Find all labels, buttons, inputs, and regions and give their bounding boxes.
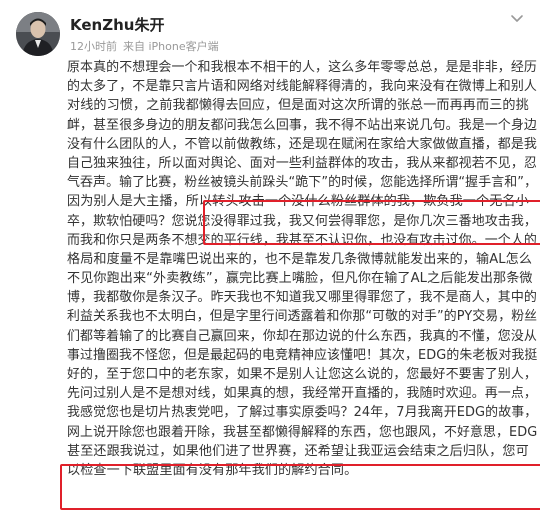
post-text-line: 好的，至于您口中的老东家，如果不是别人让您这么说的，您最好不要害了别人， xyxy=(67,367,537,382)
post-text-line: 而我和你只是两条不想交的平行线，我甚至不认识你，也没有攻击过你。一个人的 xyxy=(67,232,537,248)
post-text-line: 利益关系我也不太明白，但是字里行间透露着和你那“可敬的对手”的PY交易，粉丝 xyxy=(67,309,538,325)
post-text-line: 博，我都敬你是条汉子。昨天我也不知道我又哪里得罪您了，我不是商人，其中的 xyxy=(67,290,537,306)
post-text-line: 我感觉您也是切片热衷党吧，了解过事实原委吗？24年，7月我离开EDG的故事， xyxy=(67,405,538,421)
post-text-line: 先问过别人是不是想对线，如果真的想，我经常开直播的，我随时欢迎。再一点， xyxy=(67,386,537,402)
chevron-down-icon[interactable] xyxy=(505,8,529,28)
post-text-line: 们都等着输了的比赛自己赢回来，你却在那边说的什么东西，我真的不懂，您没从 xyxy=(67,328,537,344)
post-text-line: 衅，甚至很多身边的朋友都问我怎么回事，我不得不站出来说几句。我是一个身边 xyxy=(67,117,537,133)
post-time: 12小时前 xyxy=(70,40,117,53)
avatar[interactable] xyxy=(16,12,60,56)
post-text-line: 自己独来独往，所以面对舆论、面对一些利益群体的攻击，我从来都视若不见，忍 xyxy=(67,155,537,171)
post-text-line: 气吞声。输了比赛，粉丝被镜头前跺头“跪下”的时候，您能选择所谓“握手言和”， xyxy=(67,175,538,191)
post-source: 来自 iPhone客户端 xyxy=(123,40,219,53)
post-text-line: 因为别人是大主播，所以转头攻击一个没什么粉丝群体的我，欺负我一个无名小 xyxy=(67,194,529,210)
post-text-line: 格局和度量不是靠嘴巴说出来的，也不是靠发几条微博就能发出来的，输AL怎么 xyxy=(67,251,533,267)
author-name[interactable]: KenZhu朱开 xyxy=(70,14,164,35)
post-text-line: 不见你跑出来“外卖教练”，赢完比赛上嘴脸，但凡你在输了AL之后能发出那条微 xyxy=(67,271,533,287)
post-body: 原本真的不想理会一个和我根本不相干的人，这么多年零零总总，是是非非，经历 的太多了… xyxy=(67,58,538,480)
avatar-photo xyxy=(16,12,60,56)
post-text-line: 原本真的不想理会一个和我根本不相干的人，这么多年零零总总，是是非非，经历 xyxy=(67,60,537,75)
post-text-line: 卒，欺软怕硬吗？您说您没得罪过我，我又何尝得罪您，是你几次三番地攻击我， xyxy=(67,213,537,229)
post-text-line: 甚至还跟我说过，如果他们进了世界赛，还希望让我亚运会结束之后归队，您可 xyxy=(67,443,529,459)
post-text-line: 对线的习惯，之前我都懒得去回应，但是面对这次所谓的张总一而再再而三的挑 xyxy=(67,98,529,114)
post-text-line: 网上说开除您也跟着开除，我甚至都懒得解释的东西，您也跟风，不好意思，EDG xyxy=(67,424,538,440)
post-text-line: 没有什么团队的人，不管以前做教练，还是现在赋闲在家给大家做做直播，都是我 xyxy=(67,136,537,152)
post-text-line: 以检查一下联盟里面有没有那年我们的解约合同。 xyxy=(67,462,358,478)
post-text-line: 的太多了，不是靠只言片语和网络对线能解释得清的，我向来没有在微博上和别人 xyxy=(67,79,537,95)
post-text-line: 事过撸圈我不怪您，但是最起码的电竞精神应该懂吧！其次，EDG的朱老板对我挺 xyxy=(67,347,538,363)
post-meta: 12小时前 来自 iPhone客户端 xyxy=(70,38,219,54)
